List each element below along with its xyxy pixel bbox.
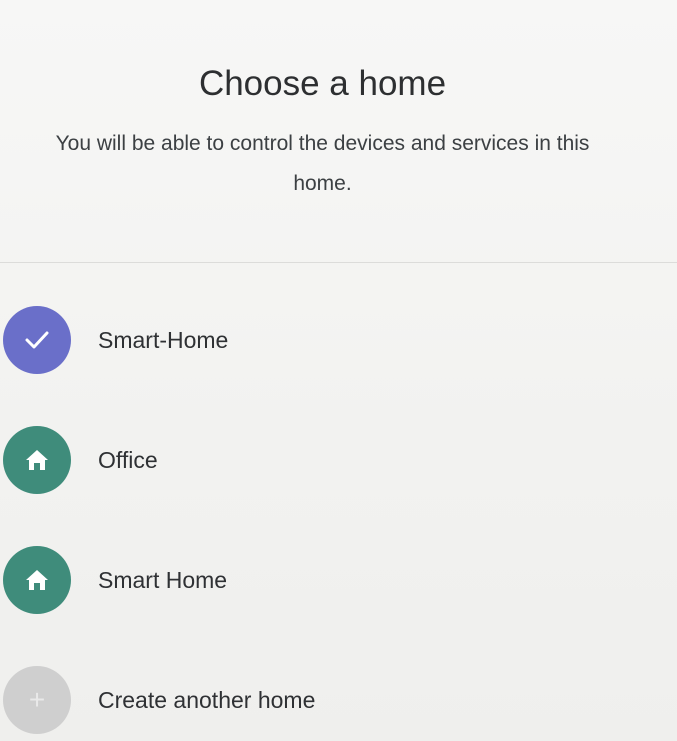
- home-icon: [26, 450, 48, 470]
- home-item-smart-home[interactable]: Smart Home: [0, 540, 677, 620]
- create-home-label: Create another home: [98, 686, 316, 713]
- selected-avatar: [3, 306, 71, 374]
- page-title: Choose a home: [198, 64, 447, 103]
- home-avatar: [3, 546, 71, 614]
- home-item-office[interactable]: Office: [0, 420, 677, 500]
- divider: [0, 262, 677, 263]
- page-subtitle: You will be able to control the devices …: [55, 132, 590, 195]
- home-avatar: [3, 426, 71, 494]
- create-avatar: +: [3, 666, 71, 734]
- check-icon: [25, 331, 49, 349]
- screen: Choose a home You will be able to contro…: [0, 0, 677, 741]
- create-home-button[interactable]: + Create another home: [0, 660, 677, 740]
- home-item-smart-home-selected[interactable]: Smart-Home: [0, 300, 677, 380]
- home-label: Office: [98, 446, 158, 473]
- top-cropped-text: [360, 0, 677, 8]
- plus-icon: +: [28, 684, 46, 715]
- home-label: Smart Home: [98, 566, 228, 593]
- home-label: Smart-Home: [98, 326, 229, 353]
- home-icon: [26, 570, 48, 590]
